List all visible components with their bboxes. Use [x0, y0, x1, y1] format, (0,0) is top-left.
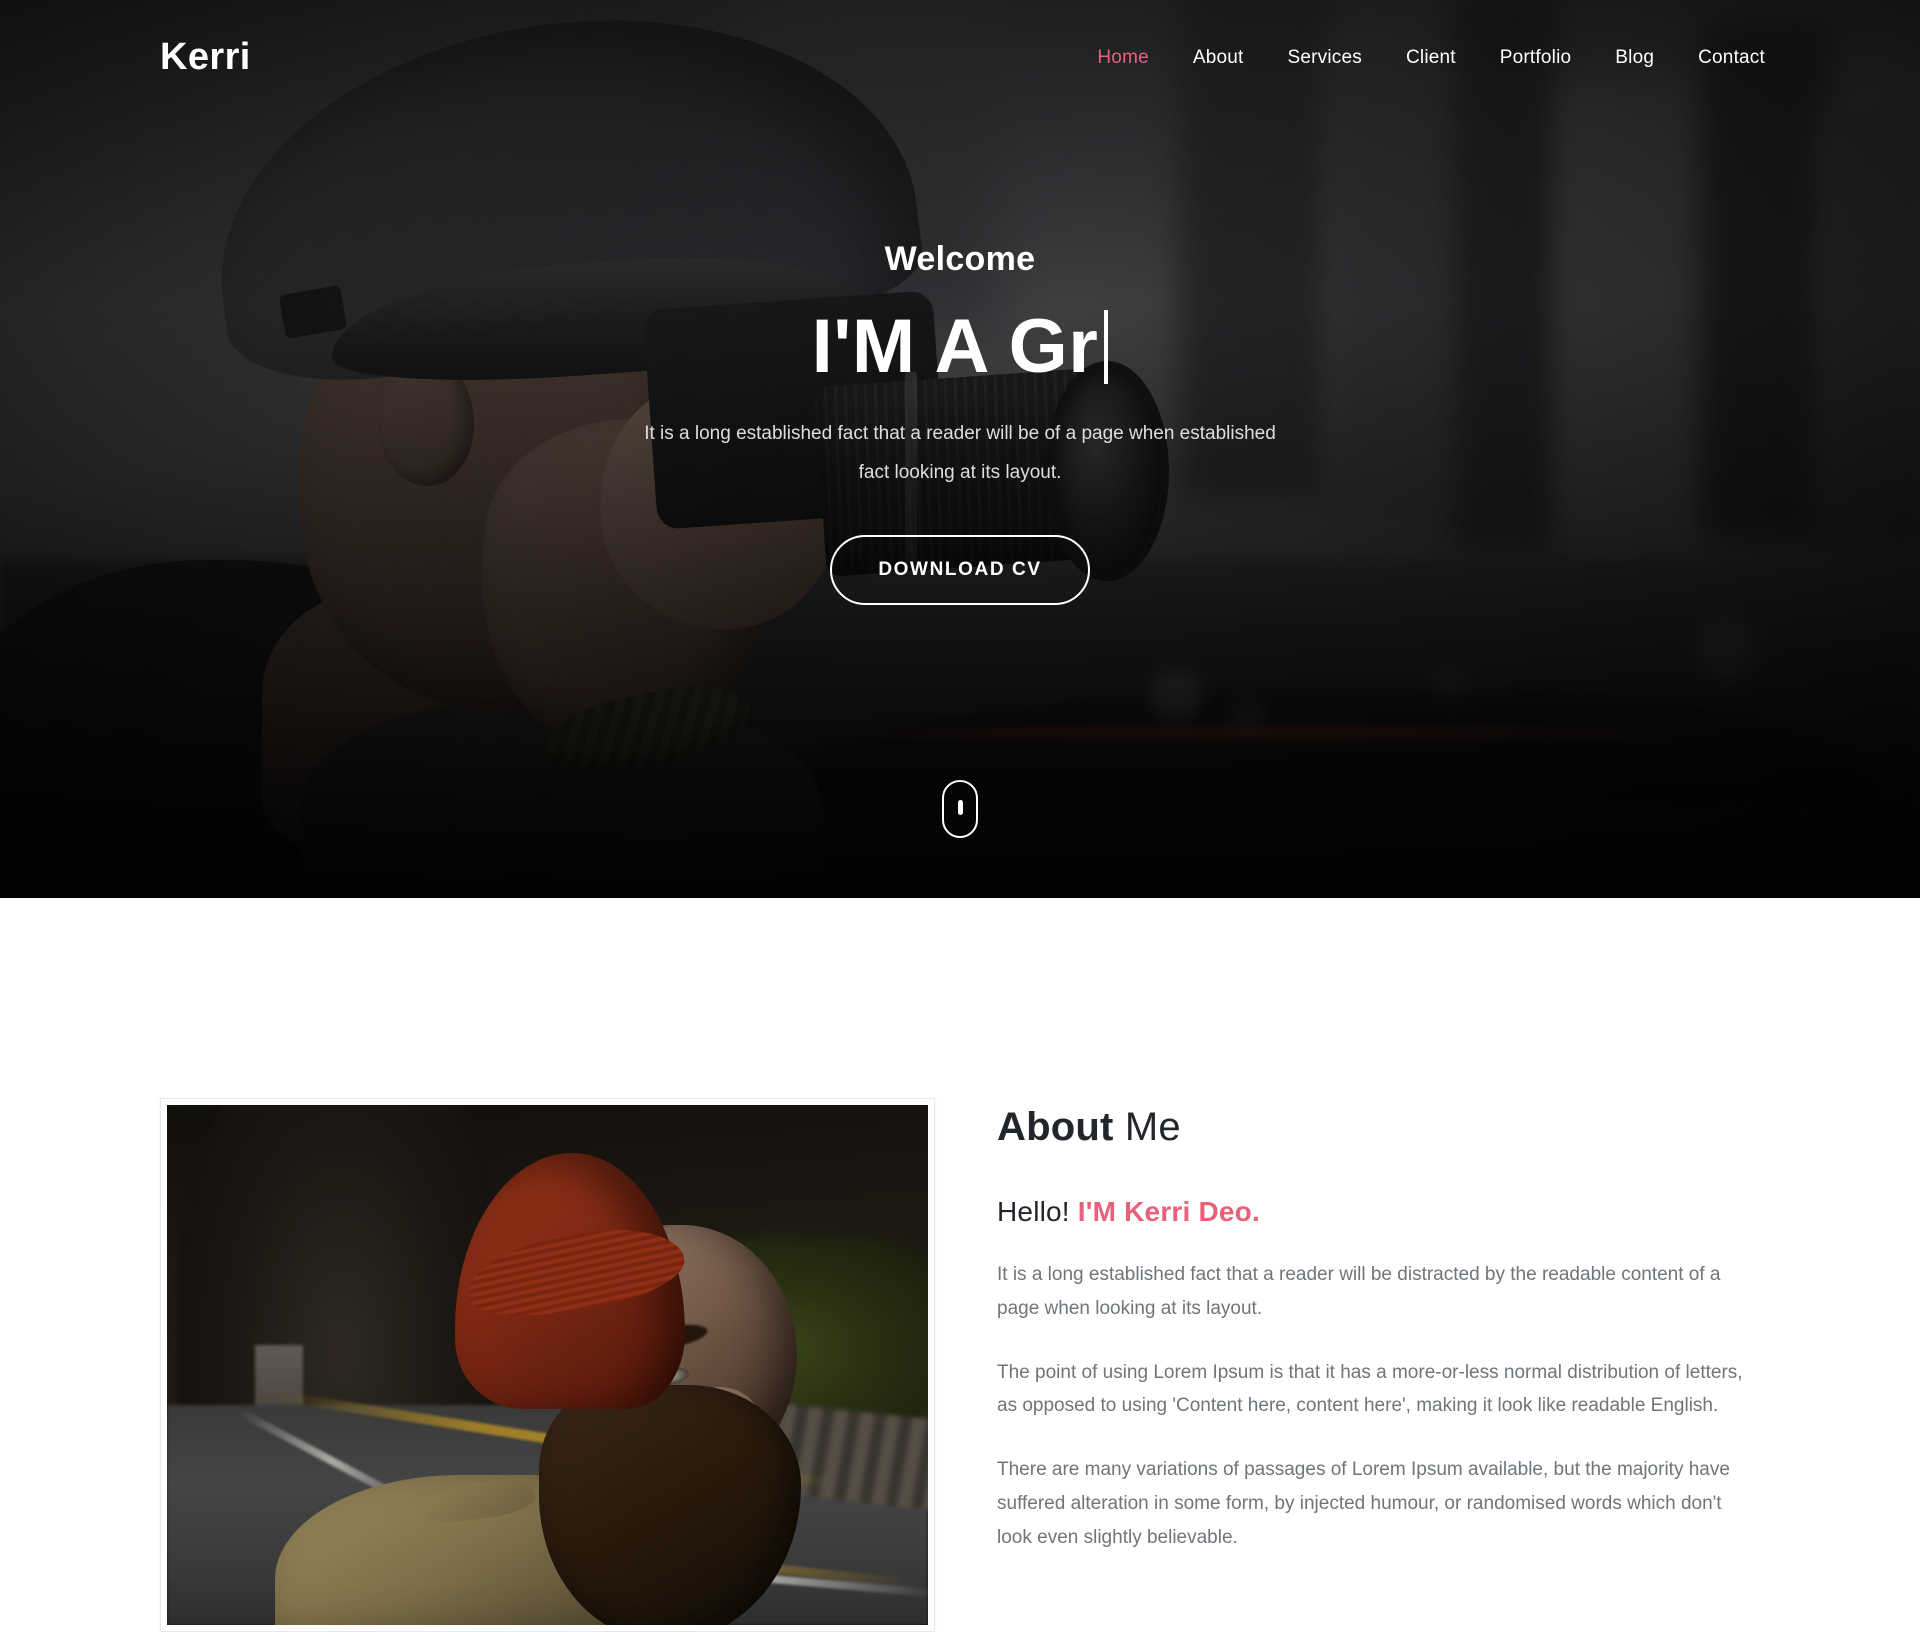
about-portrait-photo — [167, 1105, 928, 1625]
about-greeting: Hello! I'M Kerri Deo. — [997, 1196, 1760, 1228]
mouse-scroll-icon[interactable] — [942, 780, 978, 838]
mouse-scroll-wheel-icon — [957, 800, 963, 815]
about-paragraph-3: There are many variations of passages of… — [997, 1459, 1730, 1548]
about-text-column: About Me Hello! I'M Kerri Deo. It is a l… — [997, 1098, 1760, 1555]
about-section: About Me Hello! I'M Kerri Deo. It is a l… — [0, 898, 1920, 1632]
about-heading: About Me — [997, 1104, 1760, 1150]
about-heading-light: Me — [1124, 1105, 1181, 1149]
hero-section: Kerri Home About Services Client Portfol… — [0, 0, 1920, 898]
about-heading-strong: About — [997, 1105, 1114, 1149]
hero-welcome-text: Welcome — [884, 240, 1036, 278]
hero-description: It is a long established fact that a rea… — [644, 422, 1276, 483]
about-greeting-accent: I'M Kerri Deo. — [1077, 1196, 1260, 1227]
typing-caret-icon — [1104, 309, 1109, 384]
download-cv-button[interactable]: DOWNLOAD CV — [830, 534, 1090, 605]
hero-headline: I'M A Gr — [812, 307, 1109, 387]
hero-content: Welcome I'M A Gr It is a long establishe… — [0, 0, 1920, 898]
about-photo-frame — [160, 1098, 935, 1632]
about-paragraph-1: It is a long established fact that a rea… — [997, 1264, 1721, 1319]
about-paragraph-2: The point of using Lorem Ipsum is that i… — [997, 1361, 1743, 1417]
hero-typed-text: I'M A Gr — [811, 304, 1099, 389]
about-greeting-plain: Hello! — [997, 1196, 1070, 1227]
